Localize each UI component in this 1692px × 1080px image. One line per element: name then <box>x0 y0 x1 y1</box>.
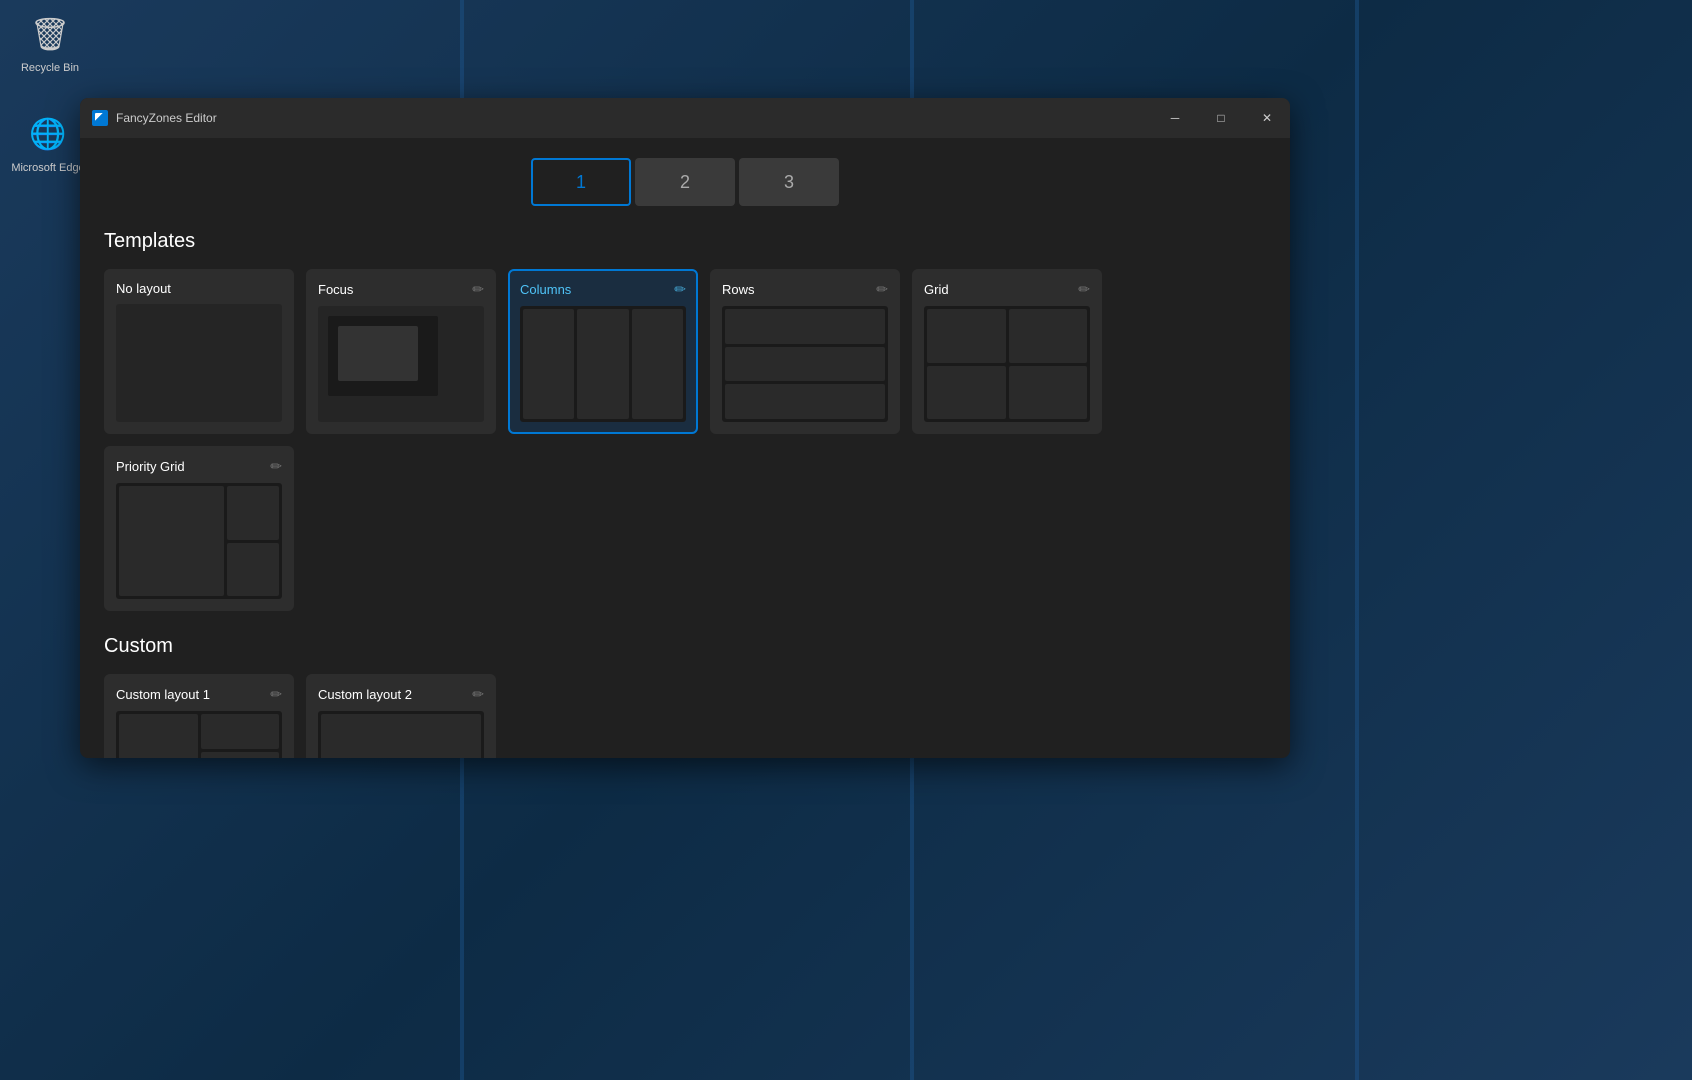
grid-cell-3 <box>927 366 1006 420</box>
preview-custom2 <box>318 711 484 758</box>
preview-rows <box>722 306 888 422</box>
custom-card-1[interactable]: Custom layout 1 ✏ <box>104 674 294 758</box>
priority-small-cell-2 <box>227 543 279 597</box>
recycle-bin-icon[interactable]: 🗑 Recycle Bin <box>10 10 90 74</box>
card-title-no-layout: No layout <box>116 281 171 296</box>
card-title-grid: Grid <box>924 282 949 297</box>
monitor-tabs: 1 2 3 <box>104 158 1266 206</box>
row-3 <box>725 384 885 419</box>
card-header-rows: Rows ✏ <box>722 281 888 298</box>
maximize-button[interactable]: □ <box>1198 98 1244 138</box>
title-bar: FancyZones Editor ─ □ ✕ <box>80 98 1290 138</box>
template-card-no-layout[interactable]: No layout <box>104 269 294 434</box>
edge-image: 🌐 <box>24 110 72 158</box>
card-title-focus: Focus <box>318 282 353 297</box>
priority-big-cell <box>119 486 224 596</box>
card-header-grid: Grid ✏ <box>924 281 1090 298</box>
custom-cards: Custom layout 1 ✏ Custom layout 2 ✏ <box>104 674 1266 758</box>
monitor-tab-3[interactable]: 3 <box>739 158 839 206</box>
custom-card-2[interactable]: Custom layout 2 ✏ <box>306 674 496 758</box>
edit-custom2-icon[interactable]: ✏ <box>472 686 484 703</box>
templates-cards: No layout Focus ✏ Columns ✏ <box>104 269 1266 611</box>
window-title: FancyZones Editor <box>116 111 1278 125</box>
grid-cell-1 <box>927 309 1006 363</box>
fancyzones-window: FancyZones Editor ─ □ ✕ 1 2 3 Templates … <box>80 98 1290 758</box>
template-card-grid[interactable]: Grid ✏ <box>912 269 1102 434</box>
content-area: 1 2 3 Templates No layout Focus ✏ <box>80 138 1290 758</box>
edit-focus-icon[interactable]: ✏ <box>472 281 484 298</box>
card-header-custom2: Custom layout 2 ✏ <box>318 686 484 703</box>
card-title-custom2: Custom layout 2 <box>318 687 412 702</box>
custom-section-title: Custom <box>104 635 1266 658</box>
edge-label: Microsoft Edge <box>11 162 84 174</box>
edit-rows-icon[interactable]: ✏ <box>876 281 888 298</box>
col-1 <box>523 309 574 419</box>
card-title-priority-grid: Priority Grid <box>116 459 185 474</box>
grid-cell-4 <box>1009 366 1088 420</box>
template-card-columns[interactable]: Columns ✏ <box>508 269 698 434</box>
edit-columns-icon[interactable]: ✏ <box>674 281 686 298</box>
card-header-priority-grid: Priority Grid ✏ <box>116 458 282 475</box>
custom1-top-right <box>201 714 280 749</box>
recycle-bin-label: Recycle Bin <box>21 62 79 74</box>
custom1-mid-right <box>201 752 280 758</box>
card-header-focus: Focus ✏ <box>318 281 484 298</box>
template-card-rows[interactable]: Rows ✏ <box>710 269 900 434</box>
edit-priority-grid-icon[interactable]: ✏ <box>270 458 282 475</box>
preview-grid <box>924 306 1090 422</box>
template-card-priority-grid[interactable]: Priority Grid ✏ <box>104 446 294 611</box>
close-button[interactable]: ✕ <box>1244 98 1290 138</box>
preview-focus <box>318 306 484 422</box>
templates-section-title: Templates <box>104 230 1266 253</box>
card-title-custom1: Custom layout 1 <box>116 687 210 702</box>
row-2 <box>725 347 885 382</box>
edge-desktop-icon[interactable]: 🌐 Microsoft Edge <box>8 110 88 174</box>
custom1-big-cell <box>119 714 198 758</box>
preview-priority-grid <box>116 483 282 599</box>
recycle-bin-image: 🗑 <box>26 10 74 58</box>
row-1 <box>725 309 885 344</box>
custom2-top <box>321 714 481 758</box>
minimize-button[interactable]: ─ <box>1152 98 1198 138</box>
app-icon <box>92 110 108 126</box>
card-header-columns: Columns ✏ <box>520 281 686 298</box>
window-controls: ─ □ ✕ <box>1152 98 1290 138</box>
preview-custom1 <box>116 711 282 758</box>
col-3 <box>632 309 683 419</box>
grid-cell-2 <box>1009 309 1088 363</box>
card-header-no-layout: No layout <box>116 281 282 296</box>
preview-no-layout <box>116 304 282 422</box>
priority-small-cell-1 <box>227 486 279 540</box>
monitor-tab-2[interactable]: 2 <box>635 158 735 206</box>
card-title-rows: Rows <box>722 282 755 297</box>
card-header-custom1: Custom layout 1 ✏ <box>116 686 282 703</box>
card-title-columns: Columns <box>520 282 571 297</box>
edit-grid-icon[interactable]: ✏ <box>1078 281 1090 298</box>
monitor-tab-1[interactable]: 1 <box>531 158 631 206</box>
template-card-focus[interactable]: Focus ✏ <box>306 269 496 434</box>
preview-columns <box>520 306 686 422</box>
col-2 <box>577 309 628 419</box>
edit-custom1-icon[interactable]: ✏ <box>270 686 282 703</box>
